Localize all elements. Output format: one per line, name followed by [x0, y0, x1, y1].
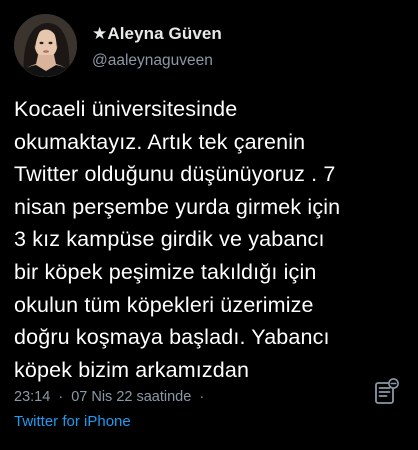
- notes-icon[interactable]: [372, 377, 402, 407]
- tweet-text-line: köpek bizim arkamızdan: [14, 357, 250, 382]
- author-handle[interactable]: @aaleynaguveen: [92, 52, 222, 70]
- tweet-time[interactable]: 23:14: [14, 389, 50, 405]
- tweet-date[interactable]: 07 Nis 22 saatinde: [71, 389, 191, 405]
- tweet-source-link[interactable]: Twitter for iPhone: [14, 413, 131, 430]
- tweet-text-line: nisan perşembe yurda girmek için: [14, 194, 341, 219]
- tweet-meta: 23:14 · 07 Nis 22 saatinde ·: [14, 389, 208, 405]
- tweet-text-line: Twitter olduğunu düşünüyoruz . 7: [14, 162, 336, 187]
- avatar[interactable]: [14, 14, 77, 77]
- tweet-text-line: okumaktayız. Artık tek çarenin: [14, 129, 306, 154]
- author-info: ★Aleyna Güven @aaleynaguveen: [92, 24, 222, 70]
- tweet-text-line: bir köpek peşimize takıldığı için: [14, 259, 317, 284]
- meta-separator: ·: [58, 389, 64, 405]
- tweet-text-line: okulun tüm köpekleri üzerimize: [14, 292, 314, 317]
- tweet-text-line: Kocaeli üniversitesinde: [14, 97, 238, 121]
- tweet-text: Kocaeli üniversitesinde okumaktayız. Art…: [14, 93, 410, 386]
- author-display-name[interactable]: ★Aleyna Güven: [92, 24, 222, 44]
- tweet-text-line: 3 kız kampüse girdik ve yabancı: [14, 227, 325, 252]
- tweet: ★Aleyna Güven @aaleynaguveen Kocaeli üni…: [0, 0, 418, 450]
- tweet-text-line: doğru koşmaya başladı. Yabancı: [14, 325, 330, 350]
- meta-separator-end: ·: [199, 389, 205, 405]
